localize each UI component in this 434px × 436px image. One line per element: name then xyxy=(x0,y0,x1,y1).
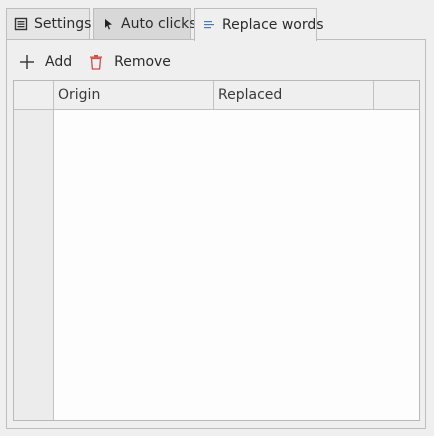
column-header-filler xyxy=(374,81,419,109)
settings-list-icon xyxy=(14,17,28,31)
remove-button-label: Remove xyxy=(114,54,171,70)
trash-icon xyxy=(88,54,104,70)
row-header-column xyxy=(14,110,54,420)
replace-words-table[interactable]: Origin Replaced xyxy=(13,80,420,421)
tab-settings-label: Settings xyxy=(34,16,92,32)
plus-icon xyxy=(19,54,35,70)
remove-button[interactable]: Remove xyxy=(88,54,171,70)
tab-settings[interactable]: Settings xyxy=(6,8,92,39)
tab-auto-clicks-label: Auto clicks xyxy=(121,16,197,32)
tab-replace-words-label: Replace words xyxy=(222,17,324,33)
tab-replace-words[interactable]: Replace words xyxy=(194,8,324,41)
tab-auto-clicks[interactable]: Auto clicks xyxy=(93,8,197,39)
column-header-replaced[interactable]: Replaced xyxy=(214,81,374,109)
table-body[interactable] xyxy=(54,110,419,420)
table-header: Origin Replaced xyxy=(14,81,419,110)
text-lines-icon xyxy=(202,18,216,32)
add-button-label: Add xyxy=(45,54,73,70)
cursor-icon xyxy=(101,17,115,31)
add-button[interactable]: Add xyxy=(19,54,72,70)
toolbar: Add Remove xyxy=(19,52,187,72)
corner-header[interactable] xyxy=(14,81,54,109)
replace-words-panel: Add Remove Origin Replaced xyxy=(6,39,426,429)
column-header-origin[interactable]: Origin xyxy=(54,81,214,109)
